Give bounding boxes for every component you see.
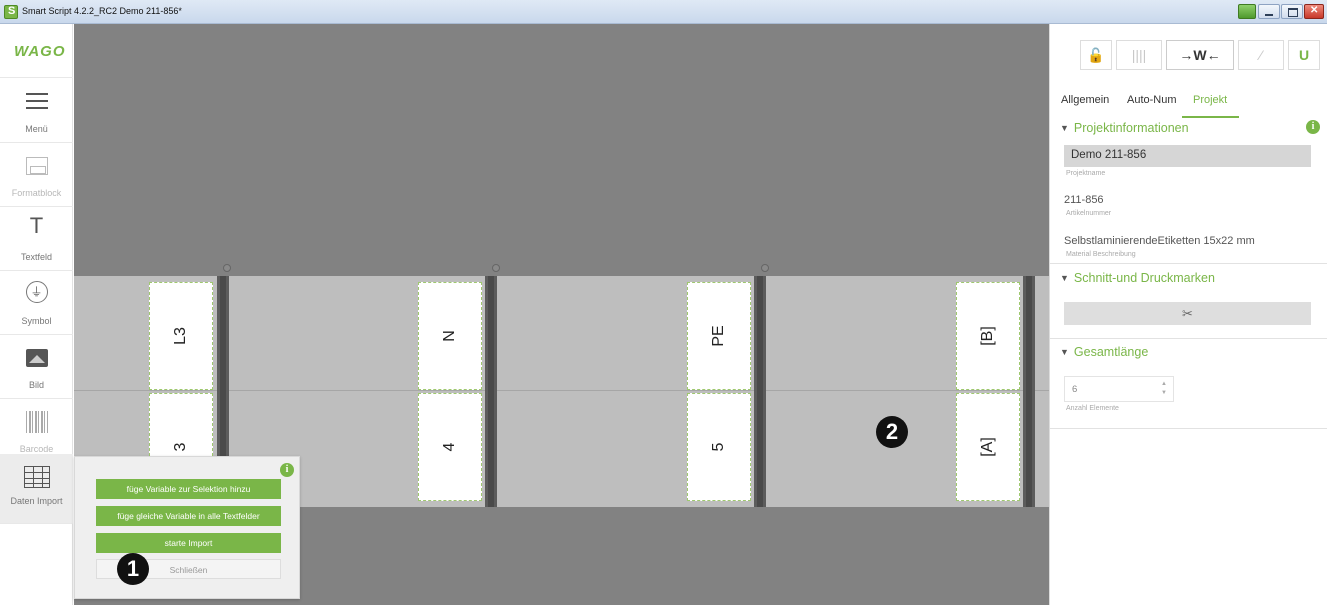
properties-panel: 🔓 |||| →W← ⁄ U Allgemein Auto-Num Projek…: [1049, 24, 1327, 605]
tool-sidebar: WAGO Menü Formatblock T Textfeld Symbol …: [0, 24, 73, 605]
marker-text: 3: [172, 442, 189, 452]
align-to-wago-button[interactable]: →W←: [1166, 40, 1234, 70]
divider: [1050, 428, 1327, 429]
chevron-down-icon: ▼: [1060, 123, 1069, 133]
rail-pin-icon: [492, 264, 500, 272]
label-marker[interactable]: N: [418, 282, 482, 390]
text-icon: T: [29, 213, 44, 238]
article-number-value: 211-856: [1064, 194, 1104, 206]
cut-marks-button[interactable]: ✂: [1064, 302, 1311, 325]
section-schnitt-druckmarken[interactable]: ▼ Schnitt-und Druckmarken: [1060, 271, 1215, 285]
active-tab-indicator: [1182, 116, 1239, 118]
add-same-variable-all-fields-button[interactable]: füge gleiche Variable in alle Textfelder: [96, 506, 281, 526]
carrier-rail: [1023, 276, 1035, 507]
sidebar-item-label: Daten Import: [10, 496, 63, 506]
image-icon: [25, 349, 48, 367]
section-gesamtlaenge[interactable]: ▼ Gesamtlänge: [1060, 345, 1148, 359]
app-icon: [4, 5, 18, 19]
project-name-value: Demo 211-856: [1071, 149, 1147, 161]
carrier-rail: [485, 276, 497, 507]
info-icon[interactable]: i: [280, 463, 294, 477]
unlock-icon[interactable]: 🔓: [1080, 40, 1112, 70]
sidebar-item-label: Symbol: [21, 316, 52, 326]
section-title: Schnitt-und Druckmarken: [1073, 271, 1215, 285]
section-projektinformationen[interactable]: ▼ Projektinformationen: [1060, 121, 1189, 135]
start-import-button[interactable]: starte Import: [96, 533, 281, 553]
sidebar-item-label: Textfeld: [20, 252, 53, 262]
title-bar: Smart Script 4.2.2_RC2 Demo 211-856*: [0, 0, 1327, 24]
label-marker[interactable]: 4: [418, 393, 482, 501]
sidebar-item-daten-import[interactable]: Daten Import: [0, 454, 73, 524]
stepper-arrows-icon[interactable]: ▲ ▼: [1161, 380, 1167, 398]
divider: [1050, 263, 1327, 264]
marker-text: 4: [441, 442, 458, 452]
rail-pin-icon: [761, 264, 769, 272]
section-title: Projektinformationen: [1073, 121, 1189, 135]
window-title: Smart Script 4.2.2_RC2 Demo 211-856*: [22, 6, 182, 16]
magnet-icon[interactable]: U: [1288, 40, 1320, 70]
marker-text: [B]: [979, 326, 996, 346]
marker-text: N: [441, 330, 458, 342]
table-import-icon: [23, 466, 50, 488]
scissors-icon: ✂: [1182, 306, 1193, 321]
data-import-popup: i füge Variable zur Selektion hinzu füge…: [74, 456, 300, 599]
help-window-button[interactable]: [1238, 4, 1256, 19]
format-block-icon: [25, 157, 48, 175]
add-variable-to-selection-button[interactable]: füge Variable zur Selektion hinzu: [96, 479, 281, 499]
callout-badge-1: 1: [117, 553, 149, 585]
rail-pin-icon: [223, 264, 231, 272]
divider: [1050, 338, 1327, 339]
element-count-label: Anzahl Elemente: [1066, 405, 1119, 412]
magic-wand-icon[interactable]: ⁄: [1238, 40, 1284, 70]
wago-logo: WAGO: [0, 24, 73, 78]
maximize-button[interactable]: [1281, 4, 1303, 19]
project-name-field[interactable]: Demo 211-856: [1064, 145, 1311, 167]
sidebar-item-label: Formatblock: [11, 188, 62, 198]
logo-text: WAGO: [14, 43, 66, 60]
marker-text: 5: [710, 442, 727, 452]
minimize-button[interactable]: [1258, 4, 1280, 19]
sidebar-item-menu[interactable]: Menü: [0, 79, 73, 143]
info-icon[interactable]: i: [1306, 120, 1320, 134]
ground-symbol-icon: [25, 281, 48, 303]
material-value: SelbstlaminierendeEtiketten 15x22 mm: [1064, 235, 1255, 247]
close-window-button[interactable]: [1304, 4, 1324, 19]
article-number-label: Artikelnummer: [1066, 210, 1112, 217]
tab-auto-num[interactable]: Auto-Num: [1127, 94, 1177, 106]
chevron-down-icon: ▼: [1060, 347, 1069, 357]
project-name-label: Projektname: [1066, 170, 1106, 177]
marker-text: PE: [710, 325, 727, 347]
sidebar-item-symbol[interactable]: Symbol: [0, 271, 73, 335]
section-title: Gesamtlänge: [1073, 345, 1149, 359]
barcode-icon: [25, 411, 48, 433]
marker-text: L3: [172, 327, 189, 345]
sidebar-item-textfeld[interactable]: T Textfeld: [0, 207, 73, 271]
element-count-stepper[interactable]: 6 ▲ ▼: [1064, 376, 1174, 402]
marker-text: [A]: [979, 437, 996, 457]
hamburger-icon: [25, 93, 48, 109]
material-label: Material Beschreibung: [1066, 251, 1136, 258]
label-marker[interactable]: L3: [149, 282, 213, 390]
sidebar-item-formatblock[interactable]: Formatblock: [0, 143, 73, 207]
sidebar-item-label: Bild: [28, 380, 44, 390]
label-marker[interactable]: 5: [687, 393, 751, 501]
callout-badge-2: 2: [876, 416, 908, 448]
carrier-rail: [754, 276, 766, 507]
element-count-value: 6: [1072, 384, 1078, 395]
sidebar-item-label: Barcode: [19, 444, 54, 454]
label-marker[interactable]: [A]: [956, 393, 1020, 501]
chevron-down-icon: ▼: [1060, 273, 1069, 283]
tab-allgemein[interactable]: Allgemein: [1061, 94, 1109, 106]
label-marker[interactable]: PE: [687, 282, 751, 390]
tab-projekt[interactable]: Projekt: [1193, 94, 1227, 106]
sidebar-item-bild[interactable]: Bild: [0, 335, 73, 399]
label-marker[interactable]: [B]: [956, 282, 1020, 390]
columns-icon[interactable]: ||||: [1116, 40, 1162, 70]
sidebar-item-label: Menü: [25, 124, 48, 134]
